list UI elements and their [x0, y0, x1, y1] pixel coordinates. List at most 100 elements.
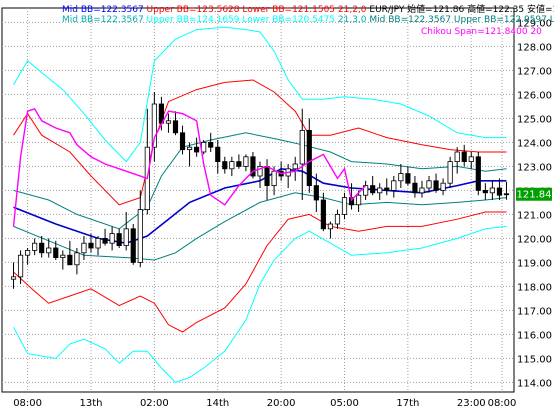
x-tick-label: 08:00: [488, 398, 517, 409]
y-tick-label: 115.00: [517, 354, 552, 365]
y-tick-label: 118.00: [517, 282, 552, 293]
candle-body: [454, 151, 460, 162]
x-tick-label: 17th: [396, 398, 419, 409]
legend-entry: 21,3,0: [335, 15, 367, 25]
candle-body: [137, 209, 143, 263]
legend-line: Chikou Span=121.8400 20: [421, 27, 542, 37]
legend-entry: Lower BB=121.1505: [240, 5, 336, 15]
candle-body: [419, 187, 425, 194]
y-tick-label: 128.00: [517, 42, 552, 53]
x-tick-label: 02:00: [140, 398, 169, 409]
candle-body: [299, 129, 305, 165]
candle-body: [10, 276, 17, 280]
y-tick-label: 120.00: [517, 234, 552, 245]
candle-body: [461, 151, 467, 162]
candle-body: [95, 237, 101, 249]
candle-body: [229, 161, 235, 170]
y-tick-label: 114.00: [517, 378, 552, 389]
legend-entry: 20: [528, 27, 543, 37]
current-price-label: 121.84: [517, 190, 552, 201]
y-tick-label: 117.00: [517, 306, 552, 317]
candle-body: [356, 194, 362, 206]
y-tick-label: 125.00: [517, 114, 552, 125]
legend-entry: Mid BB=122.3567: [62, 5, 144, 15]
x-tick-label: 08:00: [13, 398, 42, 409]
legend-line: Mid BB=122.3567 Upper BB=123.5628 Lower …: [62, 3, 554, 15]
candle-body: [292, 163, 298, 170]
candle-body: [222, 161, 228, 170]
candle-body: [67, 254, 73, 266]
x-tick-label: 23:00: [457, 398, 486, 409]
candle-body: [405, 173, 411, 184]
legend-line: Mid BB=122.3567 Upper BB=124.1659 Lower …: [62, 15, 554, 25]
candle-body: [194, 146, 200, 153]
candle-body: [496, 187, 503, 196]
candle-body: [53, 247, 59, 258]
candle-body: [468, 156, 474, 163]
x-tick-label: 14th: [206, 398, 229, 409]
x-tick-label: 20:00: [267, 398, 296, 409]
y-tick-label: 127.00: [517, 66, 552, 77]
candle-body: [109, 233, 115, 244]
legend-entry: Chikou Span=121.8400: [421, 27, 528, 37]
candle-body: [46, 247, 52, 254]
candle-body: [74, 252, 80, 266]
legend-entry: EUR/JPY 始値=121.86 高値=122.35 安値=121.61 終値…: [367, 3, 554, 15]
candle-body: [482, 189, 488, 194]
candle-body: [186, 146, 193, 150]
y-tick-label: 123.00: [517, 162, 552, 173]
legend-entry: Mid BB=122.3567: [367, 15, 452, 25]
candle-body: [489, 187, 495, 194]
candle-body: [130, 228, 136, 263]
eurjpy-bollinger-chart: 129.00128.00127.00126.00125.00124.00123.…: [0, 0, 554, 411]
candle-body: [320, 199, 326, 230]
candle-body: [412, 182, 418, 194]
candle-body: [208, 141, 214, 148]
y-tick-label: 124.00: [517, 138, 552, 149]
candle-body: [215, 146, 221, 162]
candle-body: [440, 182, 446, 191]
candle-body: [60, 254, 66, 258]
candle-body: [370, 185, 376, 194]
candle-body: [32, 242, 38, 251]
candle-body: [172, 120, 179, 134]
legend-entry: Mid BB=122.3567: [62, 15, 144, 25]
candle-body: [243, 156, 249, 167]
candle-body: [264, 165, 270, 186]
legend-entry: 21,2,0: [335, 5, 367, 15]
candle-body: [81, 242, 87, 254]
y-tick-label: 119.00: [517, 258, 552, 269]
legend-entry: Lower BB=121.7536: [547, 15, 554, 25]
candle-body: [102, 237, 108, 244]
candle-body: [447, 161, 453, 184]
legend-entry: Upper BB=124.1659: [144, 15, 240, 25]
candle: [475, 152, 481, 196]
candle-body: [179, 132, 186, 151]
candle-body: [503, 193, 510, 196]
candle-body: [88, 242, 94, 249]
candle-body: [39, 242, 45, 254]
candle-body: [377, 187, 383, 194]
legend-entry: Upper BB=122.9597: [451, 15, 547, 25]
candle-body: [25, 249, 31, 256]
legend-entry: Lower BB=120.5475: [240, 15, 336, 25]
y-tick-label: 116.00: [517, 330, 552, 341]
candle-body: [123, 228, 129, 247]
candle-body: [475, 156, 481, 191]
candle-body: [398, 173, 404, 182]
candle-body: [17, 254, 24, 278]
candle-body: [327, 223, 334, 230]
candle-body: [426, 180, 432, 189]
candle: [130, 224, 136, 265]
candle-body: [433, 180, 439, 191]
candle-body: [116, 233, 122, 247]
candle-body: [306, 129, 312, 186]
x-tick-label: 05:00: [330, 398, 359, 409]
candle-body: [341, 197, 348, 215]
x-tick-label: 13th: [79, 398, 102, 409]
candle-body: [236, 161, 242, 167]
candle-body: [313, 185, 319, 201]
candle-body: [165, 120, 172, 124]
candle: [447, 156, 453, 188]
candle-body: [384, 187, 390, 191]
